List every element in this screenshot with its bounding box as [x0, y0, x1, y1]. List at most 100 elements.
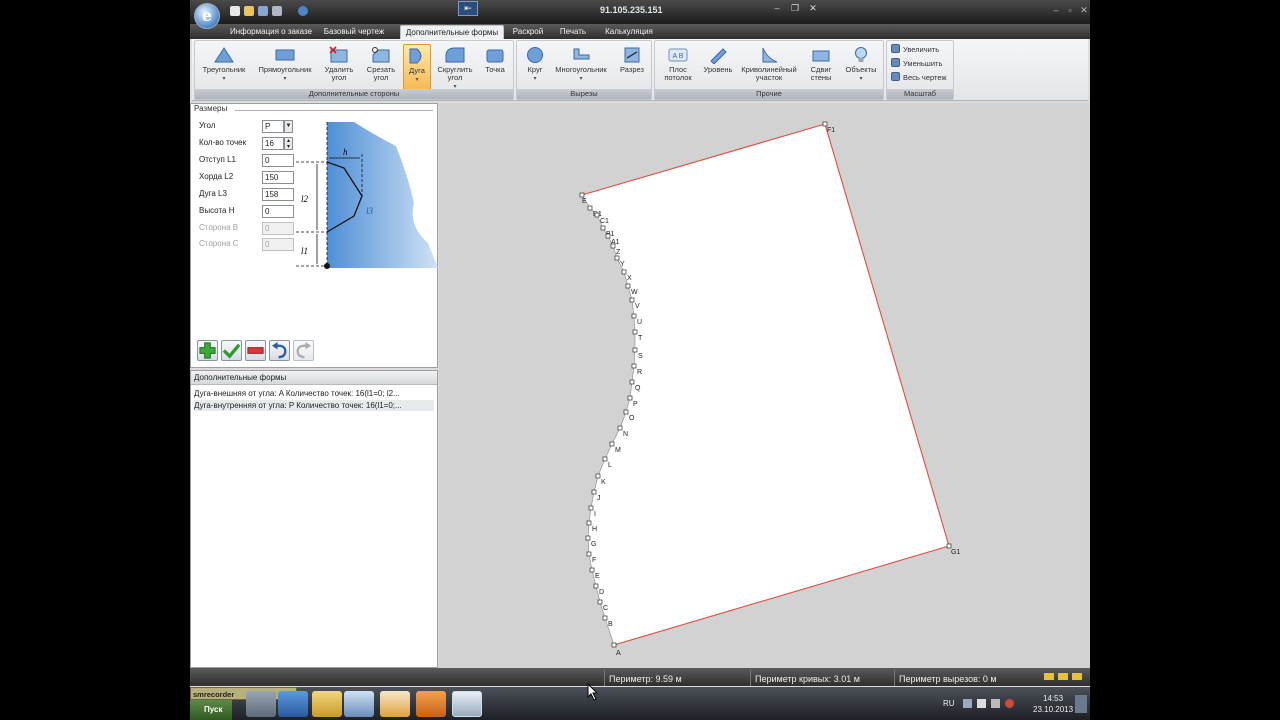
- add-button[interactable]: [197, 340, 218, 361]
- remote-restore-button[interactable]: ❐: [788, 2, 802, 14]
- vertex-marker-a1[interactable]: [605, 233, 611, 239]
- flat-ceiling-button[interactable]: A B Плос потолок: [659, 44, 697, 90]
- list-item[interactable]: Дуга-внешняя от угла: A Количество точек…: [194, 388, 434, 399]
- height-h-field[interactable]: 0: [262, 205, 294, 218]
- vertex-marker-a[interactable]: [611, 642, 617, 648]
- offset-l1-field[interactable]: 0: [262, 154, 294, 167]
- level-button[interactable]: Уровень: [701, 44, 735, 90]
- security-icon[interactable]: [1005, 699, 1014, 708]
- tab-order-info[interactable]: Информация о заказе: [228, 25, 314, 39]
- polygon-button[interactable]: Многоугольник ▾: [551, 44, 611, 90]
- vertex-marker-g[interactable]: [585, 535, 591, 541]
- vertex-marker-w[interactable]: [625, 283, 631, 289]
- delete-corner-button[interactable]: Удалить угол: [319, 44, 359, 90]
- close-button[interactable]: ✕: [1078, 4, 1090, 16]
- pdf-icon[interactable]: [416, 691, 446, 717]
- undo-button[interactable]: [269, 340, 290, 361]
- vertex-marker-y[interactable]: [614, 255, 620, 261]
- vertex-marker-v[interactable]: [629, 297, 635, 303]
- remote-close-button[interactable]: ✕: [806, 2, 820, 14]
- computer-icon[interactable]: [246, 691, 276, 717]
- vertex-marker-n[interactable]: [617, 425, 623, 431]
- help-icon[interactable]: [298, 6, 308, 16]
- circle-button[interactable]: Круг ▾: [521, 44, 549, 90]
- vertex-marker-d[interactable]: [593, 583, 599, 589]
- spin-arrows-icon[interactable]: ▴ ▾: [284, 137, 293, 150]
- show-desktop-button[interactable]: [1075, 695, 1087, 713]
- tab-calculation[interactable]: Калькуляция: [600, 25, 658, 39]
- zoom-fit-button[interactable]: Весь чертеж: [891, 72, 946, 84]
- cut-corner-button[interactable]: Срезать угол: [361, 44, 401, 90]
- vertex-marker-f1[interactable]: [822, 121, 828, 127]
- language-indicator[interactable]: RU: [943, 699, 955, 708]
- network-icon[interactable]: [963, 699, 972, 708]
- drawing-canvas[interactable]: F1ED1C1B1A1ZYXWVUTSRQPONMLKJIHGFEDCBAG1: [439, 103, 1090, 668]
- vertex-marker-z[interactable]: [610, 243, 616, 249]
- vertex-marker-t[interactable]: [632, 329, 638, 335]
- explorer-icon[interactable]: [312, 691, 342, 717]
- vertex-marker-e[interactable]: [579, 192, 585, 198]
- app-taskbar-icon[interactable]: [452, 691, 482, 717]
- vertex-marker-k[interactable]: [595, 473, 601, 479]
- app-logo-icon[interactable]: e: [194, 3, 220, 29]
- cut-button[interactable]: Разрез: [617, 44, 647, 90]
- remove-button[interactable]: [245, 340, 266, 361]
- point-button[interactable]: Точка: [479, 44, 511, 90]
- remote-minimize-button[interactable]: –: [770, 2, 784, 14]
- ceiling-drawing[interactable]: F1ED1C1B1A1ZYXWVUTSRQPONMLKJIHGFEDCBAG1: [439, 103, 1090, 668]
- arc-button[interactable]: Дуга ▾: [403, 44, 431, 90]
- round-corner-button[interactable]: Скруглить угол ▾: [433, 44, 477, 90]
- vertex-marker-j[interactable]: [591, 489, 597, 495]
- maximize-button[interactable]: ▫: [1064, 4, 1076, 16]
- tab-base-drawing[interactable]: Базовый чертеж: [322, 25, 386, 39]
- vertex-marker-g1[interactable]: [946, 543, 952, 549]
- triangle-button[interactable]: Треугольник ▾: [197, 44, 251, 90]
- angle-select[interactable]: P: [262, 120, 284, 133]
- ie-icon[interactable]: [278, 691, 308, 717]
- vertex-marker-h[interactable]: [586, 520, 592, 526]
- vertex-marker-c[interactable]: [597, 599, 603, 605]
- vertex-marker-p[interactable]: [627, 395, 633, 401]
- vertex-marker-f[interactable]: [586, 551, 592, 557]
- remote-pin-icon[interactable]: ⇤: [458, 1, 478, 16]
- vertex-marker-b1[interactable]: [600, 225, 606, 231]
- minimize-button[interactable]: –: [1050, 4, 1062, 16]
- new-document-icon[interactable]: [230, 6, 240, 16]
- window-icon[interactable]: [344, 691, 374, 717]
- flag-icon[interactable]: [977, 699, 986, 708]
- vertex-marker-u[interactable]: [631, 313, 637, 319]
- rectangle-button[interactable]: Прямоугольник ▾: [253, 44, 317, 90]
- vertex-marker-x[interactable]: [621, 269, 627, 275]
- vertex-marker-q[interactable]: [629, 379, 635, 385]
- objects-button[interactable]: Объекты ▾: [841, 44, 881, 90]
- tab-print[interactable]: Печать: [556, 25, 590, 39]
- tab-additional-forms[interactable]: Дополнительные формы: [400, 25, 504, 39]
- curve-section-button[interactable]: Криволинейный участок: [739, 44, 799, 90]
- apply-button[interactable]: [221, 340, 242, 361]
- arc-l3-field[interactable]: 158: [262, 188, 294, 201]
- chord-l2-field[interactable]: 150: [262, 171, 294, 184]
- vertex-marker-o[interactable]: [623, 409, 629, 415]
- chevron-down-icon[interactable]: ▼: [284, 120, 293, 133]
- start-button[interactable]: Пуск: [190, 700, 232, 720]
- vertex-marker-d1[interactable]: [587, 205, 593, 211]
- vertex-marker-l[interactable]: [602, 456, 608, 462]
- vertex-marker-i[interactable]: [588, 505, 594, 511]
- list-item[interactable]: Дуга-внутренняя от угла: P Количество то…: [194, 400, 434, 411]
- vertex-marker-c1[interactable]: [594, 212, 600, 218]
- vertex-marker-m[interactable]: [609, 441, 615, 447]
- redo-button[interactable]: [293, 340, 314, 361]
- points-count-stepper[interactable]: 16: [262, 137, 284, 150]
- settings-dropdown-icon[interactable]: [272, 6, 282, 16]
- vertex-marker-e[interactable]: [589, 567, 595, 573]
- 1c-icon[interactable]: [380, 691, 410, 717]
- wall-shift-button[interactable]: Сдвиг стены: [803, 44, 839, 90]
- open-folder-icon[interactable]: [244, 6, 254, 16]
- tab-cutting[interactable]: Раскрой: [510, 25, 546, 39]
- save-icon[interactable]: [258, 6, 268, 16]
- volume-icon[interactable]: [991, 699, 1000, 708]
- zoom-in-button[interactable]: Увеличить: [891, 44, 939, 56]
- zoom-out-button[interactable]: Уменьшить: [891, 58, 942, 70]
- vertex-marker-r[interactable]: [631, 363, 637, 369]
- vertex-marker-s[interactable]: [632, 347, 638, 353]
